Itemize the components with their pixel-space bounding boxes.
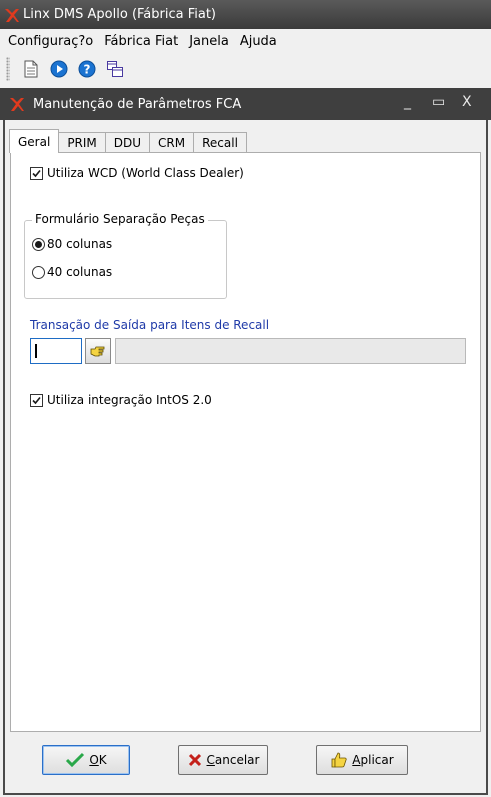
tab-crm[interactable]: CRM — [149, 132, 195, 153]
menu-ajuda[interactable]: Ajuda — [236, 34, 281, 49]
window-tile-icon[interactable] — [104, 58, 126, 80]
recall-transacao-description-field — [115, 338, 466, 364]
tab-label: Geral — [18, 134, 51, 149]
utiliza-wcd-label: Utiliza WCD (World Class Dealer) — [47, 166, 244, 180]
utiliza-intos-checkbox[interactable] — [30, 393, 43, 407]
recall-transacao-label: Transação de Saída para Itens de Recall — [30, 318, 270, 332]
linx-logo-icon — [10, 98, 24, 111]
check-icon — [66, 752, 85, 768]
formulario-group-legend: Formulário Separação Peças — [32, 212, 208, 226]
svg-text:?: ? — [84, 63, 91, 77]
app-title-bar[interactable]: Linx DMS Apollo (Fábrica Fiat) — [0, 0, 491, 29]
cancelar-button[interactable]: Cancelar — [178, 745, 268, 775]
radio-label: 40 colunas — [47, 265, 113, 279]
checkmark-icon — [32, 169, 41, 177]
toolbar: ? — [0, 53, 491, 85]
radio-40-colunas[interactable]: 40 colunas — [32, 265, 112, 279]
radio-button-selected[interactable] — [32, 237, 45, 251]
x-icon — [188, 753, 201, 767]
tab-prim[interactable]: PRIM — [58, 132, 106, 153]
dialog-title-bar[interactable]: Manutenção de Parâmetros FCA _ ▭ X — [0, 88, 491, 120]
radio-80-colunas[interactable]: 80 colunas — [32, 237, 112, 251]
tab-label: CRM — [158, 136, 186, 150]
tab-label: Recall — [202, 136, 238, 150]
utiliza-wcd-checkbox-row[interactable]: Utiliza WCD (World Class Dealer) — [30, 166, 244, 180]
play-circle-icon[interactable] — [48, 58, 70, 80]
menu-fabrica-fiat[interactable]: Fábrica Fiat — [100, 34, 182, 49]
minimize-icon[interactable]: _ — [404, 94, 411, 110]
menu-janela[interactable]: Janela — [185, 34, 233, 49]
close-icon[interactable]: X — [462, 94, 472, 110]
thumbs-up-icon — [331, 752, 347, 768]
utiliza-wcd-checkbox[interactable] — [30, 166, 43, 180]
maximize-icon[interactable]: ▭ — [432, 94, 445, 110]
pointing-hand-icon — [90, 346, 105, 356]
ok-button[interactable]: OK — [42, 745, 130, 775]
cancelar-button-label: Cancelar — [206, 753, 260, 767]
menu-configuracao[interactable]: Configuraç?o — [4, 34, 97, 49]
linx-logo-icon — [5, 8, 19, 22]
text-caret — [35, 344, 37, 358]
help-circle-icon[interactable]: ? — [76, 58, 98, 80]
tab-label: PRIM — [67, 136, 97, 150]
lookup-pointing-hand-button[interactable] — [85, 338, 111, 364]
tab-geral[interactable]: Geral — [9, 129, 60, 153]
tab-panel-geral: Utiliza WCD (World Class Dealer) Formulá… — [10, 152, 481, 732]
app-title: Linx DMS Apollo (Fábrica Fiat) — [23, 7, 216, 22]
recall-transacao-code-input[interactable] — [30, 338, 82, 364]
menu-bar: Configuraç?o Fábrica Fiat Janela Ajuda — [0, 29, 491, 53]
document-icon[interactable] — [20, 58, 42, 80]
radio-label: 80 colunas — [47, 237, 113, 251]
dialog-title: Manutenção de Parâmetros FCA — [33, 96, 242, 112]
formulario-groupbox: Formulário Separação Peças 80 colunas 40… — [24, 212, 227, 299]
aplicar-button[interactable]: Aplicar — [316, 745, 408, 775]
aplicar-button-label: Aplicar — [352, 753, 394, 767]
tab-ddu[interactable]: DDU — [104, 132, 151, 153]
toolbar-grip[interactable] — [6, 57, 10, 81]
tab-strip: Geral PRIM DDU CRM Recall — [9, 129, 247, 153]
tab-label: DDU — [113, 136, 142, 150]
checkmark-icon — [32, 396, 41, 404]
tab-recall[interactable]: Recall — [193, 132, 247, 153]
utiliza-intos-label: Utiliza integração IntOS 2.0 — [47, 393, 212, 407]
dialog-body: Geral PRIM DDU CRM Recall Utiliza WCD (W… — [3, 120, 488, 795]
radio-button[interactable] — [32, 265, 45, 279]
ok-button-label: OK — [89, 753, 107, 767]
utiliza-intos-checkbox-row[interactable]: Utiliza integração IntOS 2.0 — [30, 393, 212, 407]
